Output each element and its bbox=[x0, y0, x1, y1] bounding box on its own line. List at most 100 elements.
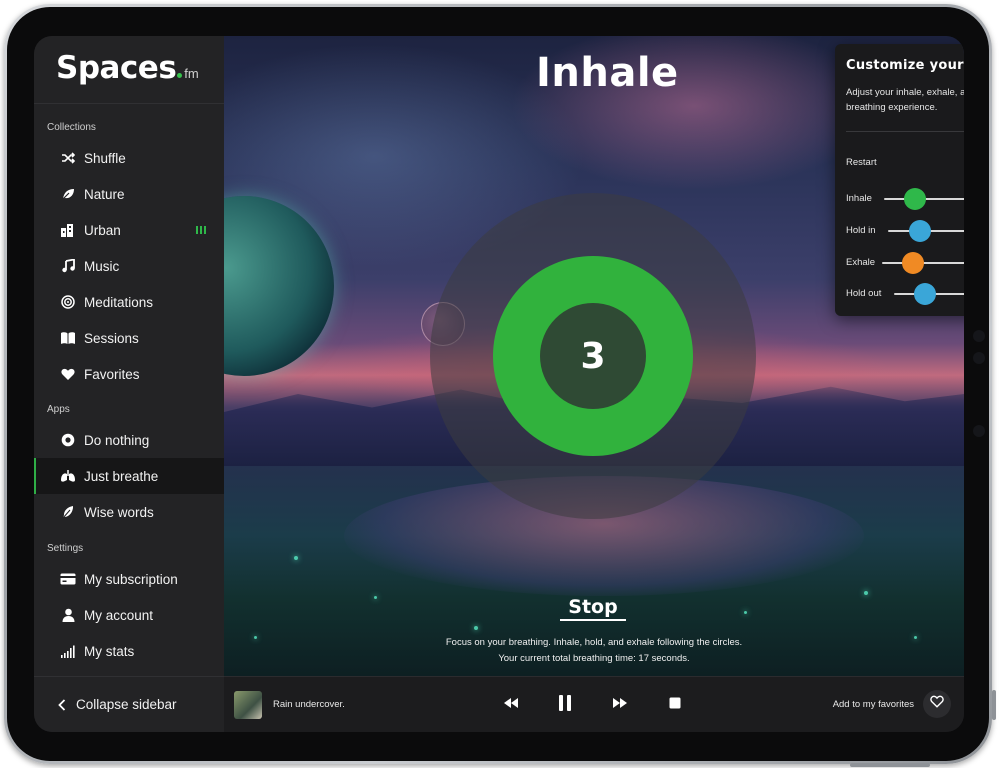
firefly-glow bbox=[474, 626, 478, 630]
sidebar-item-wise-words[interactable]: Wise words bbox=[34, 494, 224, 530]
city-icon bbox=[60, 222, 76, 238]
slider-hold-in: Hold in 4s bbox=[846, 219, 964, 243]
sidebar-item-my-account[interactable]: My account bbox=[34, 597, 224, 633]
restart-label: Restart bbox=[846, 157, 877, 168]
sidebar-item-label: Do nothing bbox=[84, 432, 150, 448]
section-label-collections: Collections bbox=[47, 122, 96, 133]
slider-track[interactable] bbox=[882, 252, 964, 274]
firefly-glow bbox=[294, 556, 298, 560]
credit-card-icon bbox=[60, 571, 76, 587]
rewind-icon bbox=[503, 696, 519, 714]
rewind-button[interactable] bbox=[500, 694, 522, 716]
camera-dot bbox=[973, 330, 985, 342]
sidebar: Spaces fm Collections Shuffle Nature Urb… bbox=[34, 36, 224, 676]
heart-icon bbox=[60, 366, 76, 382]
stop-playback-button[interactable] bbox=[664, 694, 686, 716]
logo-text: Spaces bbox=[56, 50, 177, 86]
sidebar-item-label: Meditations bbox=[84, 294, 154, 310]
sidebar-item-music[interactable]: Music bbox=[34, 248, 224, 284]
shuffle-icon bbox=[60, 150, 76, 166]
sidebar-item-label: My stats bbox=[84, 643, 135, 659]
sidebar-item-shuffle[interactable]: Shuffle bbox=[34, 140, 224, 176]
sensor-dot bbox=[973, 352, 985, 364]
collapse-sidebar-label: Collapse sidebar bbox=[76, 697, 177, 712]
sidebar-item-urban[interactable]: Urban bbox=[34, 212, 224, 248]
customize-intervals-panel: Customize your breathing intervals. × Ad… bbox=[835, 44, 964, 316]
target-icon bbox=[60, 294, 76, 310]
breathing-view: Inhale 3 Stop Focus on your breathing. I… bbox=[224, 36, 964, 676]
record-icon bbox=[60, 432, 76, 448]
sidebar-item-nature[interactable]: Nature bbox=[34, 176, 224, 212]
track-artwork[interactable] bbox=[234, 691, 262, 719]
sensor-dot bbox=[973, 425, 985, 437]
app-logo[interactable]: Spaces fm bbox=[56, 50, 199, 90]
breathing-time-text: Your current total breathing time: 17 se… bbox=[498, 653, 690, 664]
logo-suffix: fm bbox=[184, 66, 199, 81]
slider-label: Exhale bbox=[846, 257, 876, 268]
section-label-apps: Apps bbox=[47, 404, 70, 415]
pause-button[interactable] bbox=[554, 694, 576, 716]
sidebar-item-label: Music bbox=[84, 258, 120, 274]
slider-thumb[interactable] bbox=[901, 252, 924, 274]
add-favorites-label[interactable]: Add to my favorites bbox=[833, 699, 914, 710]
breathing-phase-title: Inhale bbox=[536, 50, 679, 96]
pause-icon bbox=[558, 694, 572, 717]
user-icon bbox=[60, 607, 76, 623]
sidebar-item-label: Nature bbox=[84, 186, 125, 202]
sidebar-item-label: Urban bbox=[84, 222, 121, 238]
panel-description: Adjust your inhale, exhale, and hold tim… bbox=[846, 87, 964, 113]
favorite-button[interactable] bbox=[923, 690, 951, 718]
app-screen: Spaces fm Collections Shuffle Nature Urb… bbox=[34, 36, 964, 732]
now-playing-indicator bbox=[196, 226, 206, 234]
slider-track[interactable] bbox=[894, 283, 964, 305]
firefly-glow bbox=[744, 611, 747, 614]
feather-icon bbox=[60, 504, 76, 520]
lungs-icon bbox=[60, 468, 76, 484]
section-label-settings: Settings bbox=[47, 543, 84, 554]
sidebar-item-do-nothing[interactable]: Do nothing bbox=[34, 422, 224, 458]
slider-thumb[interactable] bbox=[914, 283, 937, 305]
stop-icon bbox=[669, 696, 681, 714]
collapse-sidebar-button[interactable]: Collapse sidebar bbox=[34, 676, 224, 732]
sidebar-item-label: My subscription bbox=[84, 571, 178, 587]
book-icon bbox=[60, 330, 76, 346]
heart-outline-icon bbox=[930, 695, 944, 713]
logo-dot bbox=[177, 73, 183, 78]
sidebar-item-just-breathe[interactable]: Just breathe bbox=[34, 458, 224, 494]
instruction-text: Focus on your breathing. Inhale, hold, a… bbox=[445, 637, 743, 648]
slider-inhale: Inhale 4s bbox=[846, 187, 964, 211]
slider-thumb[interactable] bbox=[909, 220, 932, 242]
slider-thumb[interactable] bbox=[903, 188, 926, 210]
panel-title: Customize your breathing intervals. bbox=[846, 58, 964, 73]
fast-forward-icon bbox=[612, 696, 628, 714]
slider-label: Hold out bbox=[846, 288, 882, 299]
breath-circle-inner: 3 bbox=[540, 303, 646, 409]
volume-button-top bbox=[992, 690, 996, 720]
leaf-icon bbox=[60, 186, 76, 202]
signal-bars-icon bbox=[60, 643, 76, 659]
stop-button[interactable]: Stop bbox=[560, 596, 626, 621]
fast-forward-button[interactable] bbox=[609, 694, 631, 716]
sidebar-item-sessions[interactable]: Sessions bbox=[34, 320, 224, 356]
sidebar-item-my-stats[interactable]: My stats bbox=[34, 633, 224, 669]
sidebar-item-label: Sessions bbox=[84, 330, 139, 346]
slider-track[interactable] bbox=[884, 188, 964, 210]
sidebar-item-label: Shuffle bbox=[84, 150, 126, 166]
sidebar-item-my-subscription[interactable]: My subscription bbox=[34, 561, 224, 597]
sidebar-item-meditations[interactable]: Meditations bbox=[34, 284, 224, 320]
background-planet bbox=[224, 196, 334, 376]
audio-player: Rain undercover. Add to my favorites bbox=[224, 676, 964, 732]
firefly-glow bbox=[374, 596, 377, 599]
sidebar-item-label: Just breathe bbox=[84, 468, 159, 484]
sidebar-item-label: My account bbox=[84, 607, 154, 623]
music-note-icon bbox=[60, 258, 76, 274]
slider-label: Hold in bbox=[846, 225, 876, 236]
slider-hold-out: Hold out 4s bbox=[846, 282, 964, 306]
breath-countdown: 3 bbox=[580, 335, 606, 377]
sidebar-item-favorites[interactable]: Favorites bbox=[34, 356, 224, 392]
chevron-left-icon bbox=[58, 698, 66, 711]
divider bbox=[846, 131, 964, 132]
slider-track[interactable] bbox=[888, 220, 964, 242]
track-title: Rain undercover. bbox=[273, 699, 345, 710]
sidebar-item-label: Favorites bbox=[84, 366, 140, 382]
